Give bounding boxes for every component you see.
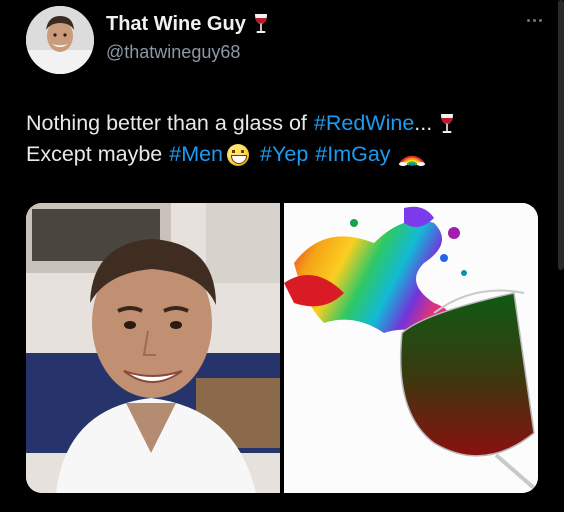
tweet-line-2: Except maybe #Men #Yep #ImGay bbox=[26, 139, 546, 170]
hashtag-imgay[interactable]: #ImGay bbox=[315, 139, 390, 170]
wine-glass-icon bbox=[252, 12, 270, 36]
author-name-row[interactable]: That Wine Guy bbox=[106, 12, 270, 36]
tweet-line2-text: Except maybe bbox=[26, 142, 163, 166]
rainbow-icon bbox=[397, 144, 427, 166]
hashtag-redwine[interactable]: #RedWine bbox=[314, 108, 414, 139]
avatar[interactable] bbox=[26, 6, 94, 74]
author-display-name[interactable]: That Wine Guy bbox=[106, 13, 246, 36]
hashtag-men[interactable]: #Men bbox=[169, 139, 223, 170]
tweet-line1-ellipsis: ... bbox=[414, 111, 433, 135]
more-options-icon[interactable] bbox=[522, 14, 546, 26]
author-handle[interactable]: @thatwineguy68 bbox=[106, 42, 240, 63]
wine-glass-icon bbox=[438, 112, 456, 136]
scrollbar[interactable] bbox=[558, 0, 564, 270]
tweet-line-1: Nothing better than a glass of #RedWine … bbox=[26, 108, 546, 139]
tweet-media[interactable] bbox=[26, 203, 538, 493]
media-image-man[interactable] bbox=[26, 203, 280, 493]
tweet-line1-text: Nothing better than a glass of bbox=[26, 111, 307, 135]
media-image-rainbow-wine[interactable] bbox=[284, 203, 538, 493]
tweet: That Wine Guy @thatwineguy68 Nothing bet… bbox=[0, 0, 564, 512]
hashtag-yep[interactable]: #Yep bbox=[260, 139, 308, 170]
tweet-text: Nothing better than a glass of #RedWine … bbox=[26, 108, 546, 170]
grinning-face-icon bbox=[227, 143, 250, 166]
